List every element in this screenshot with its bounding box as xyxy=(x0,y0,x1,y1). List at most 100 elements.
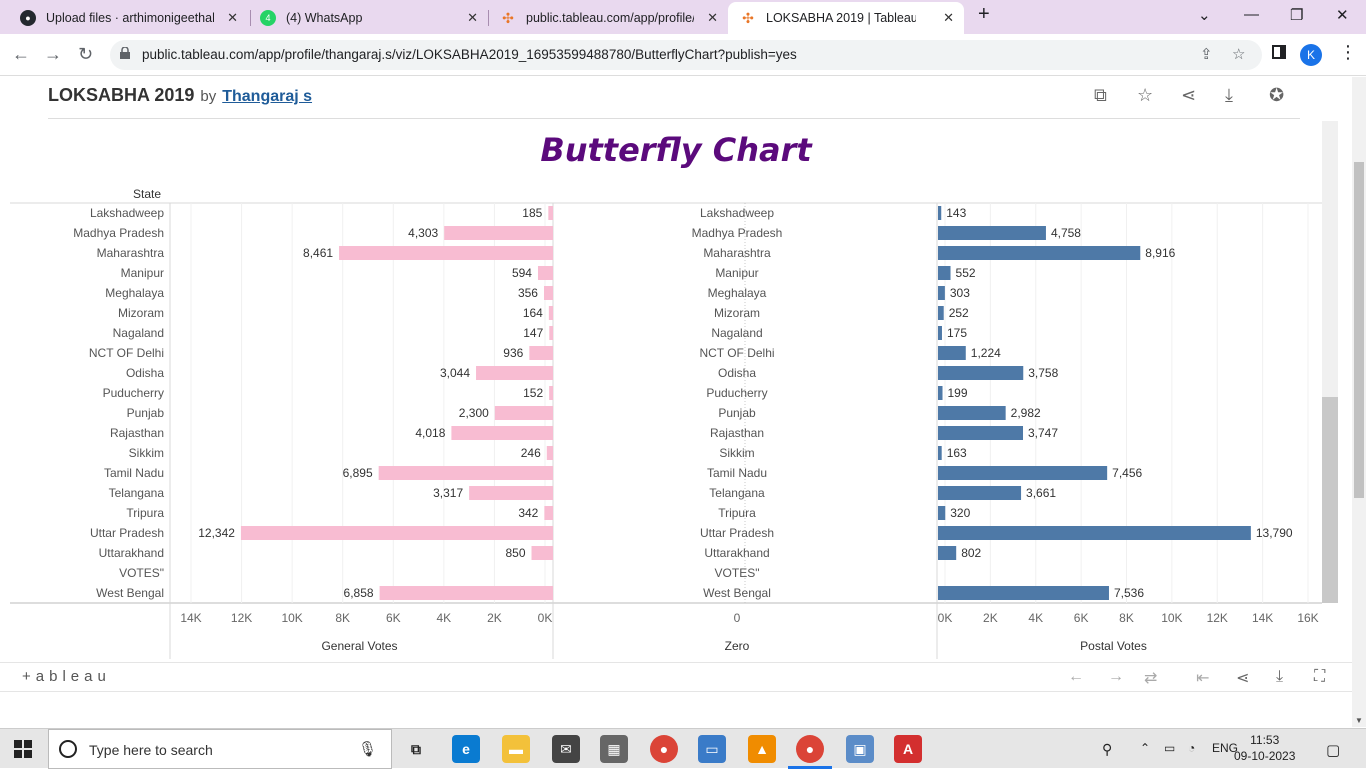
redo-icon[interactable]: → xyxy=(1108,668,1124,686)
windows-start-icon[interactable] xyxy=(14,740,32,758)
tab-search-icon[interactable]: ⌄ xyxy=(1198,6,1211,24)
clock-date: 09-10-2023 xyxy=(1234,749,1296,763)
postal-votes-label: 13,790 xyxy=(1256,526,1293,540)
middle-axis-title: Zero xyxy=(725,639,750,653)
right-axis-title: Postal Votes xyxy=(1080,639,1147,653)
vlc-icon[interactable]: ▲ xyxy=(748,735,776,763)
middle-row-label: Punjab xyxy=(718,406,756,420)
fullscreen-icon[interactable]: ⛶ xyxy=(1314,668,1325,686)
tray-chevron-icon[interactable]: ⌃ xyxy=(1140,741,1150,755)
general-votes-label: 3,317 xyxy=(433,486,463,500)
computer-icon[interactable]: ▭ xyxy=(698,735,726,763)
new-tab-button[interactable]: + xyxy=(978,3,990,26)
url-text: public.tableau.com/app/profile/thangaraj… xyxy=(142,47,797,62)
general-votes-label: 164 xyxy=(523,306,543,320)
copy-icon[interactable]: ⧉ xyxy=(1094,85,1107,106)
pdf-reader-icon[interactable]: A xyxy=(894,735,922,763)
tableau-viz[interactable]: Butterfly Chart State 14K 12K 10K 8K 6K 4K 2K 0… xyxy=(10,121,1322,661)
general-votes-label: 12,342 xyxy=(198,526,235,540)
tab-whatsapp[interactable]: 4 (4) WhatsApp ✕ xyxy=(248,4,488,32)
butterfly-chart: 14K 12K 10K 8K 6K 4K 2K 0K 0K 2K 4K 6K 8K 10K 12K 14K 16… xyxy=(10,202,1322,659)
tab-github[interactable]: ● Upload files · arthimonigeethaka ✕ xyxy=(8,4,248,32)
taskbar-search[interactable]: Type here to search 🎙 xyxy=(48,729,392,769)
right-tick-label: 2K xyxy=(983,611,998,625)
reload-icon[interactable]: ↻ xyxy=(78,44,93,65)
tab-loksabha[interactable]: ✣ LOKSABHA 2019 | Tableau Public ✕ xyxy=(728,2,964,34)
general-votes-label: 6,895 xyxy=(343,466,373,480)
side-panel-icon[interactable] xyxy=(1272,45,1286,59)
url-bar[interactable]: public.tableau.com/app/profile/thangaraj… xyxy=(110,40,1262,70)
general-votes-label: 4,303 xyxy=(408,226,438,240)
task-view-icon[interactable]: ⧉ xyxy=(402,735,430,763)
right-tick-label: 4K xyxy=(1028,611,1043,625)
row-label: Uttar Pradesh xyxy=(90,526,164,540)
people-icon[interactable]: ⚲ xyxy=(1102,741,1112,758)
share-icon[interactable]: ⋖ xyxy=(1236,668,1249,688)
general-votes-bar xyxy=(378,466,553,480)
postal-votes-bar xyxy=(938,326,942,340)
back-icon[interactable]: ← xyxy=(12,44,30,65)
mail-icon[interactable]: ✉ xyxy=(552,735,580,763)
left-tick-label: 6K xyxy=(386,611,401,625)
postal-votes-bar xyxy=(938,526,1251,540)
file-explorer-icon[interactable]: ▬ xyxy=(502,735,530,763)
row-label: Madhya Pradesh xyxy=(73,226,164,240)
row-label: Lakshadweep xyxy=(90,206,164,220)
row-label: NCT OF Delhi xyxy=(89,346,164,360)
revert-icon[interactable]: ⇄ xyxy=(1144,668,1157,688)
general-votes-label: 342 xyxy=(518,506,538,520)
general-votes-label: 594 xyxy=(512,266,532,280)
maximize-icon[interactable]: ❐ xyxy=(1290,6,1303,24)
notifications-icon[interactable]: ▢ xyxy=(1326,741,1340,759)
download-icon[interactable]: ⤓ xyxy=(1276,668,1283,686)
general-votes-bar xyxy=(549,326,553,340)
close-icon[interactable]: ✕ xyxy=(227,10,238,26)
tab-tableau-profile[interactable]: ✣ public.tableau.com/app/profile/t ✕ xyxy=(488,4,728,32)
download-icon[interactable]: ⤓ xyxy=(1225,85,1233,106)
viz-scrollbar[interactable] xyxy=(1322,121,1338,603)
close-icon[interactable]: ✕ xyxy=(943,10,954,26)
row-label: Telangana xyxy=(109,486,165,500)
page-scrollbar[interactable]: ▼ xyxy=(1352,77,1366,727)
general-votes-bar xyxy=(451,426,553,440)
close-window-icon[interactable]: ✕ xyxy=(1336,6,1349,24)
general-votes-label: 246 xyxy=(521,446,541,460)
microphone-icon[interactable]: 🎙 xyxy=(358,740,377,758)
share-icon[interactable]: ⇪ xyxy=(1200,45,1213,63)
tableau-toolbar: +ableau ← → ⇄ ⇤ ⋖ ⤓ ⛶ xyxy=(0,662,1352,692)
general-votes-bar xyxy=(476,366,553,380)
menu-dots-icon[interactable]: ⋮ xyxy=(1339,42,1357,63)
battery-icon[interactable]: ▭ xyxy=(1164,741,1175,755)
chrome-active-icon[interactable]: ● xyxy=(796,735,824,763)
general-votes-bar xyxy=(444,226,553,240)
undo-icon[interactable]: ← xyxy=(1068,668,1084,686)
close-icon[interactable]: ✕ xyxy=(707,10,718,26)
close-icon[interactable]: ✕ xyxy=(467,10,478,26)
general-votes-label: 3,044 xyxy=(440,366,470,380)
middle-row-label: Maharashtra xyxy=(703,246,771,260)
bookmark-star-icon[interactable]: ☆ xyxy=(1232,45,1245,63)
postal-votes-label: 7,456 xyxy=(1112,466,1142,480)
favorite-star-icon[interactable]: ☆ xyxy=(1137,85,1153,106)
store-icon[interactable]: ▦ xyxy=(600,735,628,763)
author-link[interactable]: Thangaraj s xyxy=(222,88,312,106)
left-tick-label: 12K xyxy=(231,611,252,625)
forward-icon[interactable]: → xyxy=(44,44,62,65)
edge-icon[interactable]: e xyxy=(452,735,480,763)
profile-avatar[interactable]: K xyxy=(1300,44,1322,66)
general-votes-label: 936 xyxy=(503,346,523,360)
left-tick-label: 10K xyxy=(281,611,302,625)
badge-icon[interactable]: ✪ xyxy=(1269,85,1284,106)
image-viewer-icon[interactable]: ▣ xyxy=(846,735,874,763)
share-icon[interactable]: ⋖ xyxy=(1181,85,1196,106)
minimize-icon[interactable]: — xyxy=(1244,6,1259,23)
left-tick-label: 14K xyxy=(180,611,201,625)
postal-votes-label: 7,536 xyxy=(1114,586,1144,600)
general-votes-label: 356 xyxy=(518,286,538,300)
clock[interactable]: 11:53 09-10-2023 xyxy=(1234,732,1295,764)
tab-title: (4) WhatsApp xyxy=(286,11,363,25)
reset-icon[interactable]: ⇤ xyxy=(1196,668,1209,688)
right-tick-label: 16K xyxy=(1297,611,1318,625)
chrome-icon[interactable]: ● xyxy=(650,735,678,763)
wifi-icon[interactable]: ◔ xyxy=(1188,741,1195,755)
